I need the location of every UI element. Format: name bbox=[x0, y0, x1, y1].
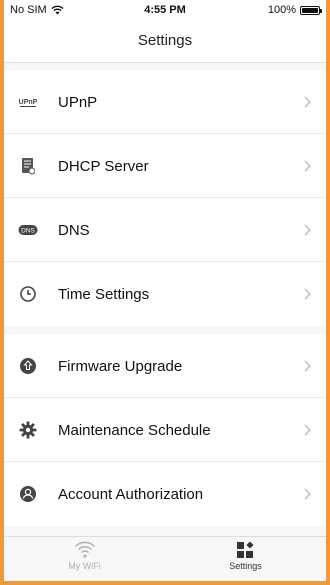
tab-my-wifi[interactable]: My WiFi bbox=[4, 537, 165, 581]
svg-text:DNS: DNS bbox=[21, 228, 35, 235]
chevron-right-icon bbox=[304, 424, 312, 436]
battery-text: 100% bbox=[267, 4, 296, 16]
settings-item-time-settings[interactable]: Time Settings bbox=[4, 262, 326, 326]
firmware-upgrade-icon bbox=[18, 356, 38, 376]
app-frame: No SIM 4:55 PM 100% Settings UPnP UPnP D… bbox=[0, 0, 330, 585]
wifi-icon bbox=[74, 541, 95, 558]
tab-bar: My WiFi Settings bbox=[4, 536, 326, 581]
settings-item-label: Account Authorization bbox=[58, 485, 204, 503]
settings-grid-icon bbox=[236, 541, 254, 558]
settings-item-firmware-upgrade[interactable]: Firmware Upgrade bbox=[4, 334, 326, 398]
settings-group-system: Firmware Upgrade Maintenance Schedule Ac… bbox=[4, 334, 326, 526]
settings-item-dns[interactable]: DNS DNS bbox=[4, 198, 326, 262]
settings-item-label: Maintenance Schedule bbox=[58, 421, 211, 439]
settings-item-label: UPnP bbox=[58, 93, 98, 111]
page-title: Settings bbox=[137, 32, 193, 49]
upnp-icon: UPnP bbox=[18, 92, 38, 112]
dhcp-icon bbox=[18, 156, 38, 176]
dns-icon: DNS bbox=[18, 220, 38, 240]
settings-item-label: Firmware Upgrade bbox=[58, 357, 183, 375]
settings-item-label: Time Settings bbox=[58, 285, 150, 303]
chevron-right-icon bbox=[304, 224, 312, 236]
tab-label: My WiFi bbox=[68, 561, 101, 571]
status-right: 100% bbox=[267, 4, 322, 16]
settings-group-network: UPnP UPnP DHCP Server DNS DNS Time Setti… bbox=[4, 70, 326, 326]
chevron-right-icon bbox=[304, 360, 312, 372]
settings-item-label: DHCP Server bbox=[58, 157, 149, 175]
settings-item-upnp[interactable]: UPnP UPnP bbox=[4, 70, 326, 134]
settings-item-maintenance-schedule[interactable]: Maintenance Schedule bbox=[4, 398, 326, 462]
settings-item-account-authorization[interactable]: Account Authorization bbox=[4, 462, 326, 526]
settings-item-dhcp-server[interactable]: DHCP Server bbox=[4, 134, 326, 198]
settings-list: UPnP UPnP DHCP Server DNS DNS Time Setti… bbox=[4, 70, 326, 526]
tab-label: Settings bbox=[229, 561, 262, 571]
gear-icon bbox=[18, 420, 38, 440]
settings-item-label: DNS bbox=[58, 221, 90, 239]
battery-icon bbox=[300, 5, 322, 15]
chevron-right-icon bbox=[304, 96, 312, 108]
chevron-right-icon bbox=[304, 288, 312, 300]
clock-icon bbox=[18, 284, 38, 304]
tab-settings[interactable]: Settings bbox=[165, 537, 326, 581]
chevron-right-icon bbox=[304, 160, 312, 172]
chevron-right-icon bbox=[304, 488, 312, 500]
account-icon bbox=[18, 484, 38, 504]
status-bar: No SIM 4:55 PM 100% bbox=[4, 0, 326, 20]
svg-text:UPnP: UPnP bbox=[19, 99, 38, 106]
navigation-bar: Settings bbox=[4, 20, 326, 63]
